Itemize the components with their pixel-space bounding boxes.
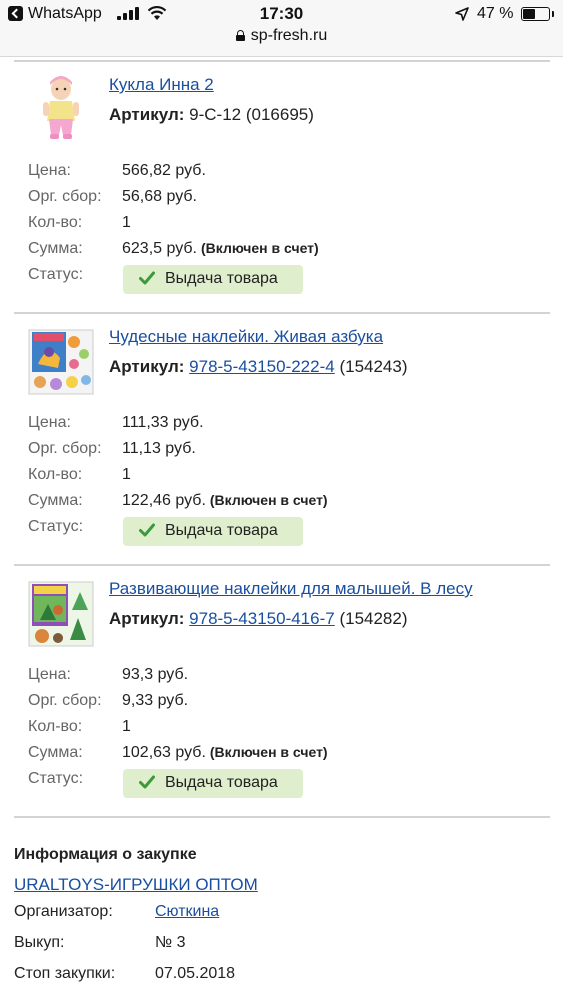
article-id: (016695) <box>245 105 314 124</box>
buyout-label: Выкуп: <box>14 934 65 951</box>
fee-label: Орг. сбор: <box>28 440 102 457</box>
fee-value: 9,33 руб. <box>122 692 189 709</box>
product-title-link[interactable]: Кукла Инна 2 <box>109 75 214 95</box>
url-text: sp-fresh.ru <box>250 27 328 44</box>
status-badge: Выдача товара <box>123 769 303 798</box>
address-bar[interactable]: sp-fresh.ru <box>0 27 563 45</box>
article-code-link[interactable]: 978-5-43150-416-7 <box>189 609 335 628</box>
article-label: Артикул: <box>109 609 185 628</box>
article-line: Артикул: 9-С-12 (016695) <box>109 105 314 125</box>
status-label: Статус: <box>28 518 84 535</box>
shop-link[interactable]: URALTOYS-ИГРУШКИ ОПТОМ <box>14 875 258 895</box>
status-badge: Выдача товара <box>123 265 303 294</box>
qty-label: Кол-во: <box>28 466 83 483</box>
price-value: 111,33 руб. <box>122 414 204 431</box>
sum-amount: 102,63 руб. <box>122 744 206 761</box>
organizer-value: Сюткина <box>155 903 219 921</box>
sum-label: Сумма: <box>28 492 83 509</box>
battery-percent: 47 % <box>477 5 514 22</box>
organizer-label: Организатор: <box>14 903 113 920</box>
lock-icon <box>235 30 245 41</box>
status-label: Статус: <box>28 266 84 283</box>
price-label: Цена: <box>28 666 71 683</box>
article-line: Артикул: 978-5-43150-222-4 (154243) <box>109 357 408 377</box>
product-title-link[interactable]: Развивающие наклейки для малышей. В лесу <box>109 579 473 599</box>
doll-thumbnail[interactable] <box>28 73 94 143</box>
status-text: Выдача товара <box>165 774 278 791</box>
organizer-link[interactable]: Сюткина <box>155 903 219 920</box>
price-label: Цена: <box>28 162 71 179</box>
buyout-value: № 3 <box>155 934 186 951</box>
sum-label: Сумма: <box>28 240 83 257</box>
sum-note: (Включен в счет) <box>209 492 328 508</box>
divider <box>14 312 550 314</box>
fee-label: Орг. сбор: <box>28 188 102 205</box>
article-id: (154282) <box>339 609 408 628</box>
price-value: 566,82 руб. <box>122 162 206 179</box>
sum-amount: 623,5 руб. <box>122 240 197 257</box>
check-icon <box>139 775 155 789</box>
article-label: Артикул: <box>109 105 185 124</box>
divider <box>14 816 550 818</box>
location-arrow-icon <box>455 7 469 21</box>
price-value: 93,3 руб. <box>122 666 189 683</box>
article-code: 9-С-12 <box>189 105 242 124</box>
stop-date-value: 07.05.2018 <box>155 965 236 982</box>
fee-value: 11,13 руб. <box>122 440 196 457</box>
sum-amount: 122,46 руб. <box>122 492 206 509</box>
status-bar: WhatsApp 17:30 47 % sp-fresh.ru <box>0 0 563 57</box>
sum-note: (Включен в счет) <box>201 240 319 256</box>
status-badge: Выдача товара <box>123 517 303 546</box>
divider <box>14 60 550 62</box>
qty-value: 1 <box>122 214 131 231</box>
check-icon <box>139 271 155 285</box>
divider <box>14 564 550 566</box>
sum-note: (Включен в счет) <box>209 744 328 760</box>
sticker-book-thumbnail[interactable] <box>28 580 94 650</box>
status-text: Выдача товара <box>165 522 278 539</box>
sum-label: Сумма: <box>28 744 83 761</box>
fee-label: Орг. сбор: <box>28 692 102 709</box>
sum-value: 122,46 руб. (Включен в счет) <box>122 492 328 510</box>
price-label: Цена: <box>28 414 71 431</box>
check-icon <box>139 523 155 537</box>
purchase-info-title: Информация о закупке <box>14 846 197 863</box>
sum-value: 102,63 руб. (Включен в счет) <box>122 744 328 762</box>
qty-value: 1 <box>122 718 131 735</box>
qty-value: 1 <box>122 466 131 483</box>
qty-label: Кол-во: <box>28 214 83 231</box>
article-label: Артикул: <box>109 357 185 376</box>
order-content: Кукла Инна 2 Артикул: 9-С-12 (016695) Це… <box>14 56 550 1000</box>
sticker-book-thumbnail[interactable] <box>28 328 94 398</box>
battery-icon <box>521 7 554 21</box>
qty-label: Кол-во: <box>28 718 83 735</box>
article-line: Артикул: 978-5-43150-416-7 (154282) <box>109 609 408 629</box>
sum-value: 623,5 руб. (Включен в счет) <box>122 240 319 258</box>
fee-value: 56,68 руб. <box>122 188 197 205</box>
status-label: Статус: <box>28 770 84 787</box>
stop-date-label: Стоп закупки: <box>14 965 116 982</box>
status-text: Выдача товара <box>165 270 278 287</box>
product-title-link[interactable]: Чудесные наклейки. Живая азбука <box>109 327 383 347</box>
article-id: (154243) <box>339 357 408 376</box>
article-code-link[interactable]: 978-5-43150-222-4 <box>189 357 335 376</box>
